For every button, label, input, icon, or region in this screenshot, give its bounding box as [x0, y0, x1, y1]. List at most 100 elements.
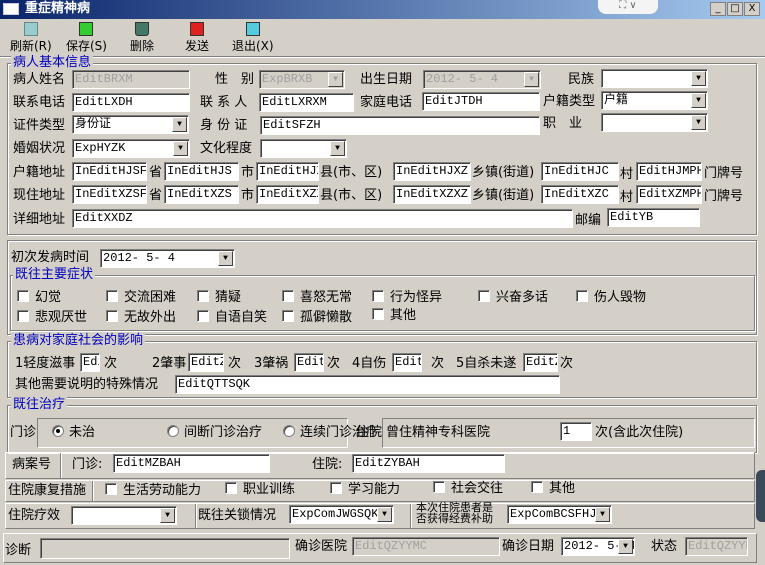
- chevron-down-icon[interactable]: ▼: [691, 115, 706, 130]
- symptom-checkbox[interactable]: 自语自笑: [197, 310, 267, 326]
- impact-count-field[interactable]: Edit: [294, 353, 324, 372]
- exit-button[interactable]: 退出(X): [232, 22, 274, 53]
- hosp-label: 住院: [356, 425, 383, 440]
- hj-door-field[interactable]: EditHJMPH: [636, 162, 702, 181]
- onset-label: 初次发病时间: [11, 250, 90, 265]
- chevron-down-icon[interactable]: ▼: [328, 72, 343, 87]
- radio-untreated[interactable]: 未治: [52, 425, 95, 441]
- refresh-icon: [23, 22, 38, 36]
- diag-date-picker[interactable]: 2012- 5- 4 ▼: [561, 537, 635, 556]
- xz-city-field[interactable]: InEditXZS: [164, 185, 239, 204]
- chevron-down-icon[interactable]: ▼: [691, 71, 706, 86]
- side-handle[interactable]: [756, 470, 765, 522]
- xz-county-field[interactable]: InEditXZX: [256, 185, 319, 204]
- title-bar: 重症精神病 ⛶ ∨ _ □ X: [0, 0, 765, 19]
- effect-select[interactable]: ▼: [71, 506, 177, 525]
- symptom-checkbox[interactable]: 悲观厌世: [17, 310, 87, 326]
- chevron-down-icon[interactable]: ▼: [377, 507, 392, 522]
- symptom-checkbox[interactable]: 喜怒无常: [282, 290, 352, 306]
- diag-hosp-field[interactable]: EditQZYYMC: [352, 537, 500, 556]
- chevron-down-icon[interactable]: ▼: [595, 507, 610, 522]
- symptom-checkbox[interactable]: 行为怪异: [372, 290, 442, 306]
- trash-icon: [135, 22, 149, 36]
- status-field[interactable]: EditQZYYM: [685, 537, 748, 556]
- contact-field[interactable]: EditLXRXM: [259, 93, 354, 112]
- chevron-down-icon[interactable]: ▼: [172, 117, 187, 132]
- unit: 次: [327, 356, 341, 371]
- symptom-checkbox[interactable]: 猜疑: [197, 290, 241, 306]
- birth-date-picker[interactable]: 2012- 5- 4 ▼: [423, 70, 541, 89]
- symptom-checkbox[interactable]: 伤人毁物: [576, 290, 646, 306]
- impact-count-field[interactable]: Edit: [392, 353, 422, 372]
- close-button[interactable]: X: [744, 2, 760, 16]
- overlay-tab[interactable]: ⛶ ∨: [598, 0, 658, 14]
- minimize-button[interactable]: _: [710, 2, 726, 16]
- clinic-record-field[interactable]: EditMZBAH: [113, 454, 270, 473]
- xz-village-field[interactable]: InEditXZC: [541, 185, 619, 204]
- detail-address-field[interactable]: EditXXDZ: [72, 209, 573, 228]
- chevron-down-icon[interactable]: ▼: [160, 508, 175, 523]
- rehab-checkbox[interactable]: 职业训练: [225, 482, 295, 498]
- homephone-field[interactable]: EditJTDH: [422, 92, 540, 111]
- marriage-select[interactable]: ExpHYZK ▼: [72, 139, 190, 158]
- chevron-down-icon[interactable]: ▼: [330, 141, 345, 156]
- impact-label: 2肇事: [152, 356, 187, 371]
- rehab-checkbox[interactable]: 学习能力: [330, 482, 400, 498]
- hukou-type-value: 户籍: [604, 93, 629, 107]
- diag-field[interactable]: [40, 538, 290, 559]
- hj-village-field[interactable]: InEditHJC: [541, 162, 619, 181]
- zip-field[interactable]: EditYB: [607, 208, 700, 227]
- xz-town-field[interactable]: InEditXZXZ: [393, 185, 471, 204]
- symptom-checkbox[interactable]: 兴奋多话: [478, 290, 548, 306]
- radio-intermittent[interactable]: 间断门诊治疗: [167, 425, 262, 441]
- unit: 次: [228, 356, 242, 371]
- phone-field[interactable]: EditLXDH: [72, 93, 190, 112]
- name-field[interactable]: EditBRXM: [72, 70, 190, 89]
- chevron-down-icon[interactable]: ▼: [218, 251, 233, 266]
- id-field[interactable]: EditSFZH: [260, 116, 540, 135]
- symptom-checkbox[interactable]: 幻觉: [17, 290, 61, 306]
- delete-button[interactable]: 删除: [130, 22, 154, 53]
- impact-count-field[interactable]: Edit(: [80, 353, 100, 372]
- hosp-count-field[interactable]: 1: [560, 422, 592, 441]
- hj-province-field[interactable]: InEditHJSF: [72, 162, 147, 181]
- onset-date-picker[interactable]: 2012- 5- 4 ▼: [100, 249, 235, 268]
- divider: [60, 453, 62, 478]
- rehab-checkbox[interactable]: 其他: [531, 481, 575, 497]
- edu-select[interactable]: ▼: [260, 139, 347, 158]
- rehab-checkbox[interactable]: 社会交往: [433, 481, 503, 497]
- chevron-down-icon[interactable]: ▼: [618, 539, 633, 554]
- other-field[interactable]: EditQTTSQK: [175, 375, 560, 394]
- hj-county-field[interactable]: InEditHJX: [256, 162, 319, 181]
- impact-count-field[interactable]: EditZ: [523, 353, 558, 372]
- hukou-type-select[interactable]: 户籍 ▼: [601, 91, 708, 110]
- symptom-checkbox[interactable]: 无故外出: [106, 310, 176, 326]
- chevron-down-icon[interactable]: ▼: [524, 72, 539, 87]
- xz-province-field[interactable]: InEditXZSF: [72, 185, 147, 204]
- save-button[interactable]: 保存(S): [66, 22, 107, 53]
- symptom-checkbox[interactable]: 孤僻懒散: [282, 310, 352, 326]
- refresh-button[interactable]: 刷新(R): [10, 22, 52, 53]
- hosp-record-field[interactable]: EditZYBAH: [352, 454, 505, 473]
- nation-select[interactable]: ▼: [601, 69, 708, 88]
- xz-door-field[interactable]: EditXZMPH: [636, 185, 702, 204]
- hj-town-field[interactable]: InEditHJXZ: [393, 162, 471, 181]
- lock-label: 既往关锁情况: [198, 508, 277, 523]
- idtype-select[interactable]: 身份证 ▼: [72, 115, 189, 134]
- maximize-button[interactable]: □: [727, 2, 743, 16]
- chevron-down-icon[interactable]: ▼: [173, 141, 188, 156]
- lock-select[interactable]: ExpComJWGSQK ▼: [289, 505, 394, 524]
- subsidy-select[interactable]: ExpComBCSFHJF ▼: [507, 505, 612, 524]
- hj-city-field[interactable]: InEditHJS: [164, 162, 239, 181]
- town-unit: 乡镇(街道): [472, 188, 535, 203]
- rehab-checkbox[interactable]: 生活劳动能力: [105, 483, 201, 499]
- impact-count-field[interactable]: EditZ: [188, 353, 224, 372]
- chevron-down-icon[interactable]: ▼: [691, 93, 706, 108]
- symptom-checkbox[interactable]: 交流困难: [106, 290, 176, 306]
- unit: 次: [431, 356, 445, 371]
- sex-select[interactable]: ExpBRXB ▼: [259, 70, 345, 89]
- send-button[interactable]: 发送: [185, 22, 209, 53]
- symptom-checkbox[interactable]: 其他: [372, 308, 416, 324]
- job-select[interactable]: ▼: [601, 113, 708, 132]
- basic-info-legend: 病人基本信息: [11, 55, 94, 71]
